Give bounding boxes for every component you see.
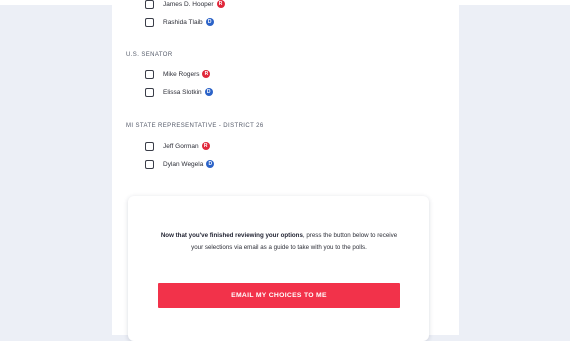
race-title: MI STATE REPRESENTATIVE - DISTRICT 26 (126, 123, 264, 129)
republican-party-badge: R (216, 0, 225, 8)
candidate-name: James D. Hooper (163, 0, 214, 8)
race-title: U.S. SENATOR (126, 52, 173, 58)
candidate-checkbox[interactable] (145, 0, 154, 9)
candidate-row[interactable]: Elissa Slotkin D (145, 86, 213, 98)
candidate-checkbox[interactable] (145, 141, 154, 151)
republican-party-badge: R (201, 142, 210, 150)
candidate-row[interactable]: James D. Hooper R (145, 0, 225, 10)
candidate-checkbox[interactable] (145, 87, 154, 97)
candidate-checkbox[interactable] (145, 159, 154, 169)
democratic-party-badge: D (205, 18, 214, 26)
candidate-row[interactable]: Mike Rogers R (145, 68, 211, 80)
candidate-checkbox[interactable] (145, 17, 154, 27)
republican-party-badge: R (202, 70, 211, 78)
email-my-choices-button[interactable]: EMAIL MY CHOICES TO ME (158, 283, 400, 308)
candidate-row[interactable]: Jeff Gorman R (145, 140, 210, 152)
ballot-panel: James D. Hooper R Rashida Tlaib D U.S. S… (112, 0, 459, 341)
democratic-party-badge: D (204, 88, 213, 96)
democratic-party-badge: D (206, 160, 215, 168)
email-instructions-bold: Now that you've finished reviewing your … (160, 232, 303, 239)
candidate-row[interactable]: Dylan Wegela D (145, 158, 215, 170)
candidate-name: Rashida Tlaib (163, 18, 203, 26)
candidate-name: Dylan Wegela (163, 160, 204, 168)
candidate-row[interactable]: Rashida Tlaib D (145, 16, 214, 28)
candidate-name: Mike Rogers (163, 70, 200, 78)
candidate-name: Elissa Slotkin (163, 88, 202, 96)
candidate-name: Jeff Gorman (163, 142, 199, 150)
email-instructions: Now that you've finished reviewing your … (158, 230, 400, 254)
candidate-checkbox[interactable] (145, 69, 154, 79)
email-choices-card: Now that you've finished reviewing your … (128, 196, 429, 341)
